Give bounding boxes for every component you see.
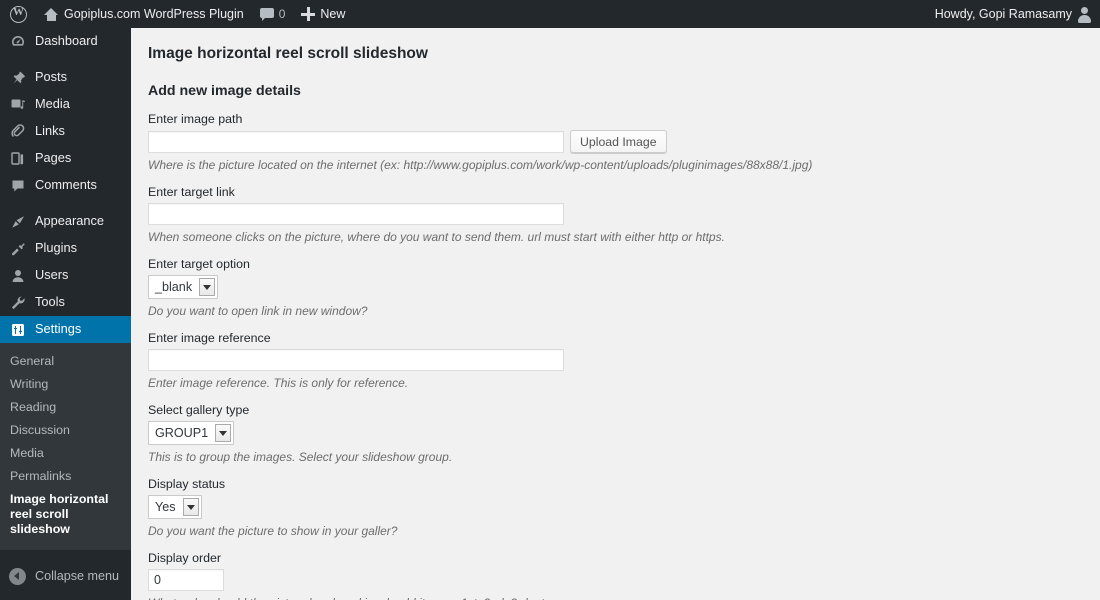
target-link-hint: When someone clicks on the picture, wher…: [148, 230, 725, 244]
sidebar-item-links[interactable]: Links: [0, 118, 131, 145]
howdy-label: Howdy, Gopi Ramasamy: [934, 7, 1072, 21]
section-title: Add new image details: [148, 83, 301, 99]
display-status-hint: Do you want the picture to show in your …: [148, 524, 398, 538]
settings-sliders-icon: [9, 321, 26, 338]
comment-bubble-icon: [9, 177, 26, 194]
sidebar-item-label: Dashboard: [35, 33, 98, 49]
sidebar-item-users[interactable]: Users: [0, 262, 131, 289]
sidebar-item-label: Appearance: [35, 213, 105, 229]
sidebar-item-label: Users: [35, 267, 69, 283]
target-option-select[interactable]: _blank: [148, 275, 219, 299]
collapse-menu-label: Collapse menu: [35, 569, 120, 583]
sidebar-item-comments[interactable]: Comments: [0, 172, 131, 199]
wp-logo-menu[interactable]: [0, 0, 36, 28]
sidebar-item-label: Plugins: [35, 240, 77, 256]
image-reference-input[interactable]: [148, 349, 564, 371]
chevron-down-icon[interactable]: [215, 424, 232, 442]
submenu-item-general[interactable]: General: [0, 350, 131, 373]
image-path-input[interactable]: [148, 130, 564, 153]
users-icon: [9, 267, 26, 284]
site-name-label: Gopiplus.com WordPress Plugin: [64, 7, 244, 21]
chevron-down-icon[interactable]: [182, 498, 199, 516]
target-option-hint: Do you want to open link in new window?: [148, 304, 368, 318]
sidebar-item-plugins[interactable]: Plugins: [0, 235, 131, 262]
image-reference-hint: Enter image reference. This is only for …: [148, 376, 409, 390]
image-path-hint: Where is the picture located on the inte…: [148, 158, 813, 172]
sidebar-item-dashboard[interactable]: Dashboard: [0, 28, 131, 55]
dashboard-icon: [9, 33, 26, 50]
target-option-value: _blank: [149, 276, 200, 298]
display-status-label: Display status: [148, 477, 226, 491]
submenu-item-image-horizontal-reel-scroll-slideshow[interactable]: Image horizontal reel scroll slideshow: [0, 488, 131, 541]
gallery-type-hint: This is to group the images. Select your…: [148, 450, 453, 464]
upload-image-button[interactable]: Upload Image: [570, 130, 667, 153]
target-link-label: Enter target link: [148, 185, 235, 199]
submenu-item-writing[interactable]: Writing: [0, 373, 131, 396]
pin-icon: [9, 69, 26, 86]
display-status-select[interactable]: Yes: [148, 495, 202, 519]
image-path-row: Upload Image: [148, 130, 1100, 153]
chevron-down-icon[interactable]: [199, 278, 216, 296]
submenu-item-media[interactable]: Media: [0, 442, 131, 465]
submenu-item-discussion[interactable]: Discussion: [0, 419, 131, 442]
new-content-menu[interactable]: New: [293, 0, 353, 28]
sidebar-item-posts[interactable]: Posts: [0, 64, 131, 91]
sidebar-item-label: Tools: [35, 294, 65, 310]
new-content-label: New: [320, 7, 346, 21]
target-link-input[interactable]: [148, 203, 564, 225]
sidebar-item-label: Settings: [35, 321, 82, 337]
media-icon: [9, 96, 26, 113]
gallery-type-label: Select gallery type: [148, 403, 250, 417]
home-icon: [44, 7, 59, 21]
gallery-type-select[interactable]: GROUP1: [148, 421, 235, 445]
sidebar-item-media[interactable]: Media: [0, 91, 131, 118]
main-content: Image horizontal reel scroll slideshow A…: [131, 28, 1100, 600]
plugins-plug-icon: [9, 240, 26, 257]
appearance-brush-icon: [9, 213, 26, 230]
my-account-menu[interactable]: Howdy, Gopi Ramasamy: [927, 0, 1100, 28]
sidebar-item-label: Comments: [35, 177, 97, 193]
user-avatar-icon: [1077, 6, 1092, 23]
submenu-item-reading[interactable]: Reading: [0, 396, 131, 419]
target-option-label: Enter target option: [148, 257, 250, 271]
submenu-item-permalinks[interactable]: Permalinks: [0, 465, 131, 488]
settings-submenu: General Writing Reading Discussion Media…: [0, 343, 131, 550]
tools-wrench-icon: [9, 294, 26, 311]
page-title: Image horizontal reel scroll slideshow: [148, 45, 428, 62]
comments-count: 0: [278, 7, 286, 21]
sidebar-separator: [0, 199, 131, 208]
pages-icon: [9, 150, 26, 167]
image-reference-label: Enter image reference: [148, 331, 271, 345]
display-status-value: Yes: [149, 496, 183, 518]
sidebar-item-tools[interactable]: Tools: [0, 289, 131, 316]
sidebar-separator: [0, 55, 131, 64]
wordpress-logo-icon: [10, 5, 27, 23]
sidebar-item-label: Links: [35, 123, 65, 139]
sidebar-item-appearance[interactable]: Appearance: [0, 208, 131, 235]
comment-bubble-icon: [259, 8, 274, 21]
display-order-input[interactable]: [148, 569, 224, 591]
sidebar-item-label: Media: [35, 96, 70, 112]
collapse-menu-button[interactable]: Collapse menu: [0, 561, 131, 591]
sidebar-item-settings[interactable]: Settings: [0, 316, 139, 343]
display-order-hint: What order should the picture be played …: [148, 596, 1100, 600]
gallery-type-value: GROUP1: [149, 422, 216, 444]
sidebar-item-label: Posts: [35, 69, 68, 85]
admin-bar: Gopiplus.com WordPress Plugin 0 New Howd…: [0, 0, 1100, 28]
display-order-label: Display order: [148, 551, 221, 565]
image-path-label: Enter image path: [148, 112, 243, 126]
sidebar-item-label: Pages: [35, 150, 72, 166]
link-icon: [9, 123, 26, 140]
plus-icon: [301, 7, 316, 21]
admin-sidebar: Dashboard Posts Media Links Pages Commen…: [0, 28, 139, 600]
collapse-arrow-icon: [9, 567, 26, 585]
comments-menu[interactable]: 0: [252, 0, 294, 28]
sidebar-item-pages[interactable]: Pages: [0, 145, 131, 172]
site-name-menu[interactable]: Gopiplus.com WordPress Plugin: [36, 0, 252, 28]
